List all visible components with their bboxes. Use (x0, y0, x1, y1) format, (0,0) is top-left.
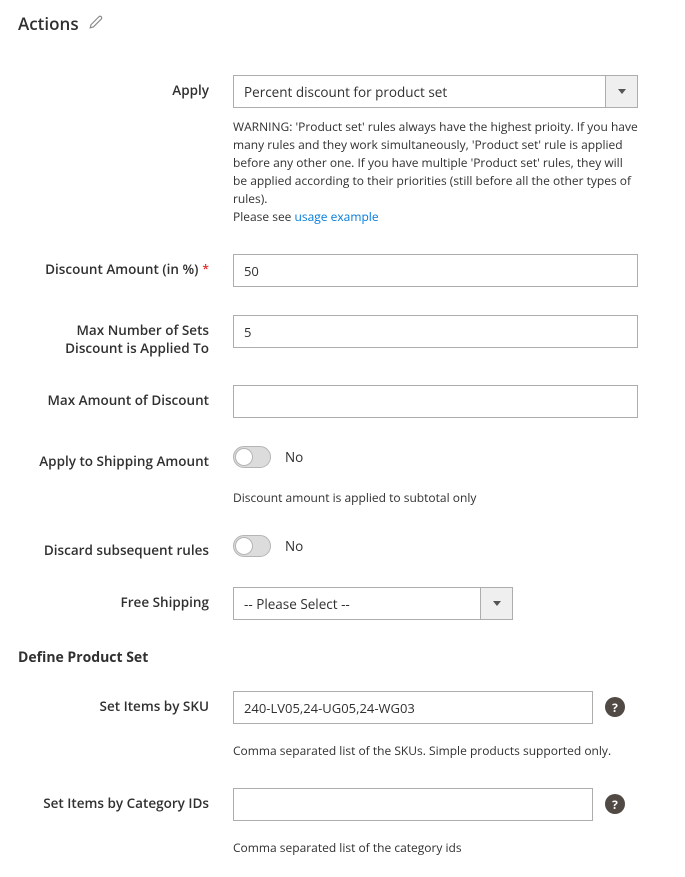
edit-icon[interactable] (89, 15, 103, 33)
max-sets-label: Max Number of Sets Discount is Applied T… (18, 315, 233, 357)
discard-rules-label: Discard subsequent rules (18, 535, 233, 560)
section-title: Actions (18, 12, 79, 35)
apply-shipping-value: No (285, 448, 303, 466)
discount-amount-input[interactable] (233, 254, 638, 287)
caret-down-icon (493, 601, 501, 606)
help-icon[interactable]: ? (605, 697, 625, 717)
discount-amount-label: Discount Amount (in %)* (18, 254, 233, 279)
apply-select-value: Percent discount for product set (233, 75, 638, 108)
apply-shipping-label: Apply to Shipping Amount (18, 446, 233, 471)
free-shipping-select-button[interactable] (480, 587, 513, 620)
category-input[interactable] (233, 788, 593, 821)
free-shipping-select[interactable]: -- Please Select -- (233, 587, 513, 620)
max-sets-input[interactable] (233, 315, 638, 348)
apply-shipping-toggle[interactable] (233, 446, 271, 468)
apply-select[interactable]: Percent discount for product set (233, 75, 638, 108)
free-shipping-value: -- Please Select -- (233, 587, 513, 620)
apply-please-see: Please see (233, 208, 295, 225)
apply-select-button[interactable] (605, 75, 638, 108)
category-label: Set Items by Category IDs (18, 788, 233, 813)
define-product-set-title: Define Product Set (18, 648, 667, 667)
apply-warning: WARNING: 'Product set' rules always have… (233, 118, 638, 226)
caret-down-icon (618, 89, 626, 94)
free-shipping-label: Free Shipping (18, 587, 233, 612)
sku-note: Comma separated list of the SKUs. Simple… (233, 742, 638, 760)
apply-label: Apply (18, 75, 233, 100)
usage-example-link[interactable]: usage example (295, 208, 379, 225)
max-amount-label: Max Amount of Discount (18, 385, 233, 410)
discard-rules-value: No (285, 537, 303, 555)
help-icon[interactable]: ? (605, 794, 625, 814)
sku-input[interactable] (233, 691, 593, 724)
category-note: Comma separated list of the category ids (233, 839, 638, 857)
required-mark: * (202, 260, 209, 277)
apply-shipping-note: Discount amount is applied to subtotal o… (233, 489, 638, 507)
apply-warning-text: WARNING: 'Product set' rules always have… (233, 118, 638, 207)
sku-label: Set Items by SKU (18, 691, 233, 716)
discard-rules-toggle[interactable] (233, 535, 271, 557)
max-amount-input[interactable] (233, 385, 638, 418)
